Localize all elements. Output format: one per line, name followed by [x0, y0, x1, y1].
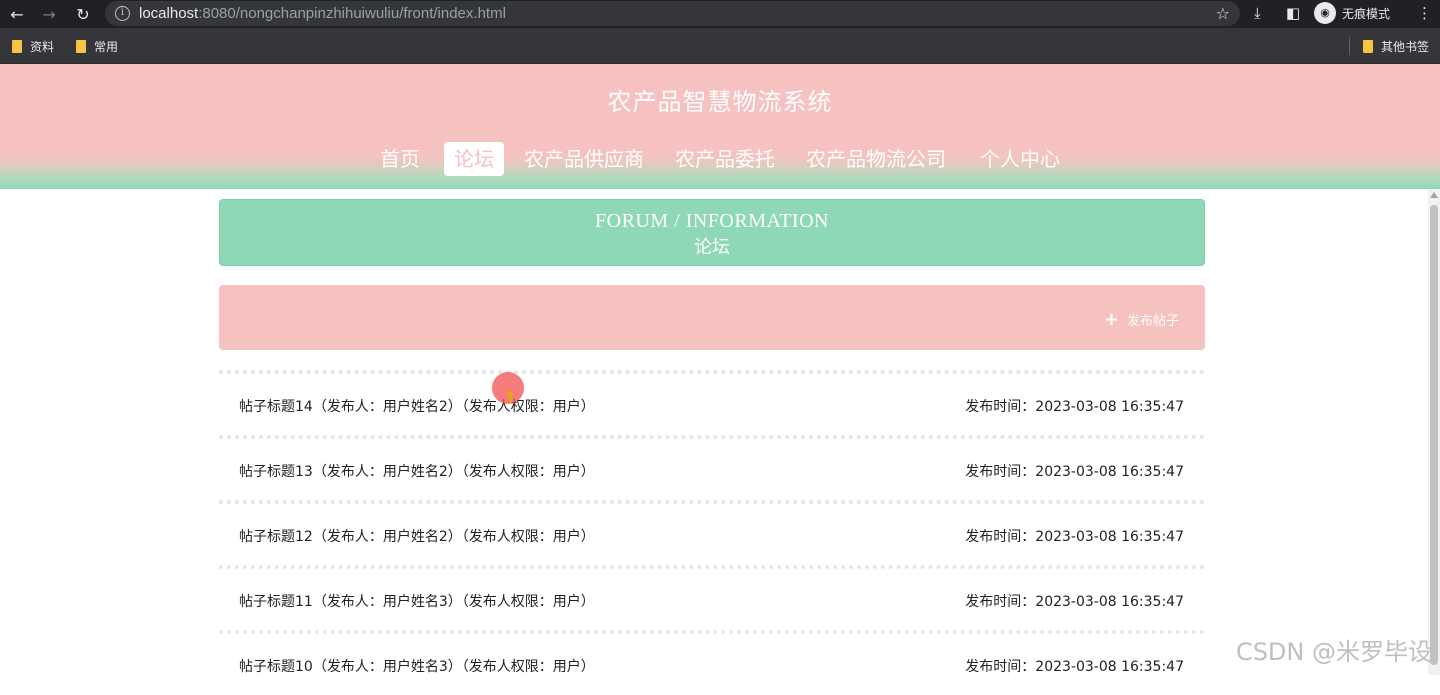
- bookmark-folder-other[interactable]: 其他书签: [1363, 38, 1429, 55]
- folder-icon: [1363, 40, 1373, 53]
- bookmarks-bar: 资料 常用 其他书签: [0, 28, 1440, 64]
- site-info-icon[interactable]: i: [115, 6, 130, 21]
- nav-consignment[interactable]: 农产品委托: [675, 142, 775, 176]
- post-title[interactable]: 帖子标题12（发布人：用户姓名2）（发布人权限：用户）: [239, 526, 595, 546]
- post-list: 帖子标题14（发布人：用户姓名2）（发布人权限：用户） 发布时间：2023-03…: [219, 370, 1205, 695]
- bookmark-folder-changyong[interactable]: 常用: [76, 38, 118, 55]
- post-title[interactable]: 帖子标题11（发布人：用户姓名3）（发布人权限：用户）: [239, 591, 595, 611]
- reload-icon[interactable]: ↻: [72, 3, 94, 25]
- nav-home[interactable]: 首页: [380, 142, 420, 176]
- main-nav: 首页 论坛 农产品供应商 农产品委托 农产品物流公司 个人中心: [0, 142, 1440, 176]
- address-row: ← → ↻ i localhost:8080/nongchanpinzhihui…: [0, 0, 1440, 28]
- post-time: 发布时间：2023-03-08 16:35:47: [965, 529, 1184, 545]
- section-banner: FORUM / INFORMATION 论坛: [219, 199, 1205, 266]
- list-item[interactable]: 帖子标题10（发布人：用户姓名3）（发布人权限：用户） 发布时间：2023-03…: [219, 630, 1205, 695]
- post-time: 发布时间：2023-03-08 16:35:47: [965, 464, 1184, 480]
- nav-supplier[interactable]: 农产品供应商: [524, 142, 644, 176]
- url-text[interactable]: localhost:8080/nongchanpinzhihuiwuliu/fr…: [139, 5, 506, 22]
- site-title: 农产品智慧物流系统: [607, 88, 833, 116]
- publish-post-button[interactable]: + 发布帖子: [1104, 310, 1179, 329]
- post-title[interactable]: 帖子标题13（发布人：用户姓名2）（发布人权限：用户）: [239, 461, 595, 481]
- site-header: 农产品智慧物流系统 首页 论坛 农产品供应商 农产品委托 农产品物流公司 个人中…: [0, 64, 1440, 189]
- back-icon[interactable]: ←: [6, 3, 28, 25]
- list-item[interactable]: 帖子标题12（发布人：用户姓名2）（发布人权限：用户） 发布时间：2023-03…: [219, 500, 1205, 565]
- incognito-icon: ◉: [1314, 2, 1336, 24]
- publish-post-label: 发布帖子: [1126, 314, 1179, 329]
- bookmark-folder-ziliao[interactable]: 资料: [12, 38, 54, 55]
- menu-icon[interactable]: ⋮: [1417, 4, 1432, 22]
- bookmark-divider: [1349, 37, 1350, 55]
- nav-personal-center[interactable]: 个人中心: [980, 142, 1060, 176]
- address-bar[interactable]: i localhost:8080/nongchanpinzhihuiwuliu/…: [105, 1, 1240, 26]
- nav-logistics-company[interactable]: 农产品物流公司: [806, 142, 946, 176]
- incognito-label: 无痕模式: [1342, 6, 1391, 21]
- scrollbar-thumb[interactable]: [1430, 205, 1438, 665]
- banner-title-en: FORUM / INFORMATION: [595, 210, 829, 232]
- bookmark-star-icon[interactable]: ☆: [1216, 4, 1230, 23]
- scroll-up-arrow-icon[interactable]: [1430, 192, 1438, 198]
- folder-icon: [12, 40, 22, 53]
- banner-title-zh: 论坛: [694, 237, 730, 258]
- list-item[interactable]: 帖子标题14（发布人：用户姓名2）（发布人权限：用户） 发布时间：2023-03…: [219, 370, 1205, 435]
- post-time: 发布时间：2023-03-08 16:35:47: [965, 399, 1184, 415]
- list-item[interactable]: 帖子标题13（发布人：用户姓名2）（发布人权限：用户） 发布时间：2023-03…: [219, 435, 1205, 500]
- action-bar: + 发布帖子: [219, 285, 1205, 350]
- incognito-indicator[interactable]: ◉ 无痕模式: [1314, 2, 1390, 24]
- post-title[interactable]: 帖子标题14（发布人：用户姓名2）（发布人权限：用户）: [239, 396, 595, 416]
- side-panel-icon[interactable]: ◧: [1286, 4, 1300, 22]
- post-title[interactable]: 帖子标题10（发布人：用户姓名3）（发布人权限：用户）: [239, 656, 595, 676]
- forward-icon[interactable]: →: [38, 3, 60, 25]
- post-time: 发布时间：2023-03-08 16:35:47: [965, 594, 1184, 610]
- folder-icon: [76, 40, 86, 53]
- list-item[interactable]: 帖子标题11（发布人：用户姓名3）（发布人权限：用户） 发布时间：2023-03…: [219, 565, 1205, 630]
- plus-icon: +: [1103, 308, 1119, 330]
- page-scrollbar[interactable]: [1428, 189, 1440, 675]
- download-icon[interactable]: ⤓: [1254, 4, 1261, 22]
- watermark: CSDN @米罗毕设: [1235, 638, 1432, 666]
- nav-forum[interactable]: 论坛: [444, 142, 504, 176]
- post-time: 发布时间：2023-03-08 16:35:47: [965, 659, 1184, 675]
